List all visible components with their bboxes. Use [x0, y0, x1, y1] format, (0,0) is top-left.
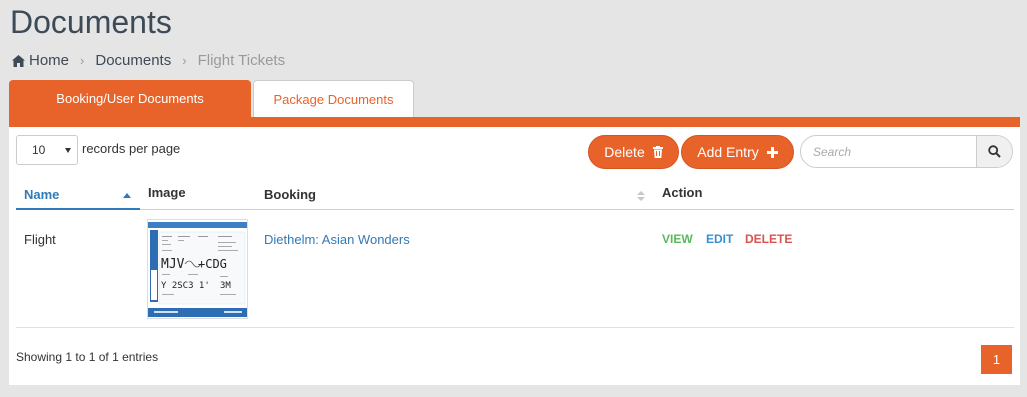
records-per-page-select[interactable]: 10: [16, 135, 78, 165]
breadcrumb-home[interactable]: Home: [29, 52, 69, 69]
view-link[interactable]: VIEW: [662, 232, 693, 246]
sorted-column-indicator: [16, 208, 140, 210]
edit-link[interactable]: EDIT: [706, 232, 733, 246]
sort-asc-icon: [123, 193, 131, 198]
pagination-page-1[interactable]: 1: [981, 345, 1012, 374]
svg-text:3M: 3M: [220, 281, 231, 291]
documents-panel: 10 records per page Delete Add Entry Nam…: [9, 117, 1020, 385]
header-divider: [140, 209, 1014, 210]
column-header-name[interactable]: Name: [24, 187, 59, 202]
svg-text:Y 2SC3 1': Y 2SC3 1': [161, 281, 210, 291]
row-divider: [16, 327, 1014, 328]
chevron-right-icon: ›: [80, 53, 85, 68]
trash-icon: [652, 146, 663, 158]
add-entry-button[interactable]: Add Entry: [681, 135, 794, 169]
column-header-image: Image: [148, 185, 186, 200]
add-entry-button-label: Add Entry: [697, 144, 759, 160]
plus-icon: [766, 146, 778, 158]
home-icon: [12, 54, 25, 67]
search-input[interactable]: [801, 136, 976, 167]
page-title: Documents: [10, 4, 172, 40]
sort-icon: [637, 191, 646, 203]
breadcrumb: Home › Documents › Flight Tickets: [12, 52, 285, 69]
row-name: Flight: [24, 232, 56, 247]
breadcrumb-current: Flight Tickets: [197, 52, 286, 69]
chevron-right-icon: ›: [182, 53, 187, 68]
delete-button-label: Delete: [604, 144, 645, 160]
tab-booking-user-documents[interactable]: Booking/User Documents: [9, 80, 251, 117]
search-button[interactable]: [976, 136, 1012, 167]
row-booking-link[interactable]: Diethelm: Asian Wonders: [264, 232, 410, 247]
svg-text:MJV: MJV: [161, 257, 185, 272]
tab-package-documents[interactable]: Package Documents: [253, 80, 414, 117]
column-header-action: Action: [662, 185, 703, 200]
caret-down-icon: [65, 148, 71, 153]
records-per-page-label: records per page: [82, 141, 181, 156]
document-tabs: Booking/User Documents Package Documents: [9, 80, 414, 117]
delete-link[interactable]: DELETE: [745, 232, 792, 246]
column-header-booking[interactable]: Booking: [264, 187, 316, 202]
table-info: Showing 1 to 1 of 1 entries: [16, 350, 159, 364]
breadcrumb-documents[interactable]: Documents: [95, 52, 171, 69]
delete-button[interactable]: Delete: [588, 135, 679, 169]
flight-ticket-thumbnail[interactable]: MJV +CDG Y 2SC3 1' 3M: [147, 219, 248, 319]
records-per-page-value: 10: [32, 143, 46, 157]
search-icon: [988, 145, 1001, 158]
svg-text:+CDG: +CDG: [198, 257, 227, 271]
search-box: [800, 135, 1013, 168]
